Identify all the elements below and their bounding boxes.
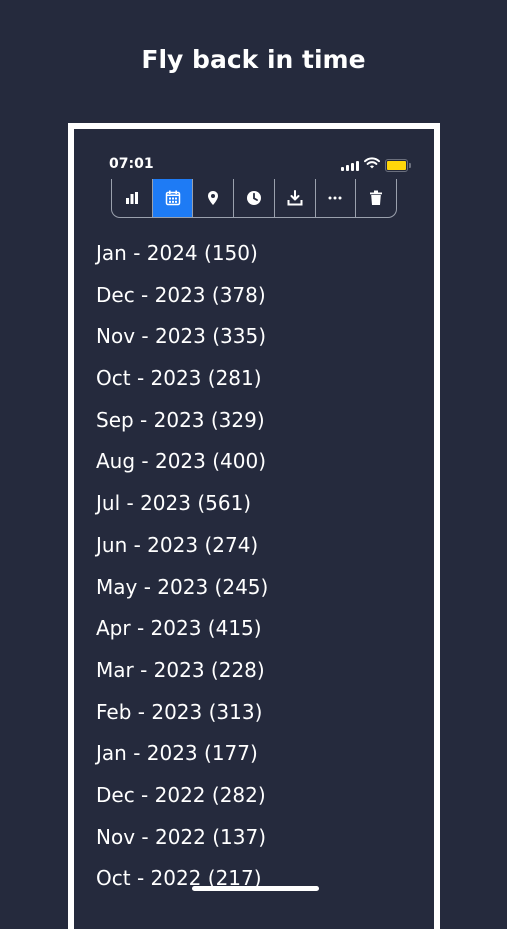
download-button[interactable] xyxy=(275,179,316,217)
trash-icon xyxy=(370,190,383,205)
wifi-icon xyxy=(364,156,380,174)
history-button[interactable] xyxy=(234,179,275,217)
more-icon xyxy=(328,196,342,200)
month-item[interactable]: Feb - 2023 (313) xyxy=(96,697,268,739)
calendar-icon xyxy=(165,190,180,206)
month-item[interactable]: Dec - 2022 (282) xyxy=(96,780,268,822)
location-button[interactable] xyxy=(193,179,235,217)
month-list: Jan - 2024 (150) Dec - 2023 (378) Nov - … xyxy=(96,238,268,905)
bar-chart-button[interactable] xyxy=(112,179,153,217)
calendar-button[interactable] xyxy=(152,179,194,217)
month-item[interactable]: Sep - 2023 (329) xyxy=(96,405,268,447)
promo-headline: Fly back in time xyxy=(141,45,366,74)
month-item[interactable]: Nov - 2023 (335) xyxy=(96,321,268,363)
bar-chart-icon xyxy=(125,192,138,204)
status-time: 07:01 xyxy=(109,156,154,172)
phone-frame: 07:01 Jan - 2024 (150) Dec - 2023 (378) … xyxy=(68,123,440,929)
month-item[interactable]: Jan - 2024 (150) xyxy=(96,238,268,280)
download-icon xyxy=(287,190,303,206)
delete-button[interactable] xyxy=(356,179,396,217)
cellular-signal-icon xyxy=(341,160,359,171)
more-button[interactable] xyxy=(316,179,357,217)
month-item[interactable]: Jun - 2023 (274) xyxy=(96,530,268,572)
month-item[interactable]: Oct - 2023 (281) xyxy=(96,363,268,405)
toolbar xyxy=(111,179,397,218)
clock-icon xyxy=(247,191,262,205)
home-indicator[interactable] xyxy=(192,886,319,891)
map-pin-icon xyxy=(208,191,219,205)
month-item[interactable]: Nov - 2022 (137) xyxy=(96,822,268,864)
month-item[interactable]: Apr - 2023 (415) xyxy=(96,613,268,655)
month-item[interactable]: Jan - 2023 (177) xyxy=(96,738,268,780)
month-item[interactable]: Mar - 2023 (228) xyxy=(96,655,268,697)
month-item[interactable]: Jul - 2023 (561) xyxy=(96,488,268,530)
month-item[interactable]: Aug - 2023 (400) xyxy=(96,446,268,488)
month-item[interactable]: May - 2023 (245) xyxy=(96,572,268,614)
status-icons xyxy=(341,156,411,174)
month-item[interactable]: Dec - 2023 (378) xyxy=(96,280,268,322)
battery-icon xyxy=(385,158,411,172)
month-item[interactable]: Oct - 2022 (217) xyxy=(96,863,268,905)
